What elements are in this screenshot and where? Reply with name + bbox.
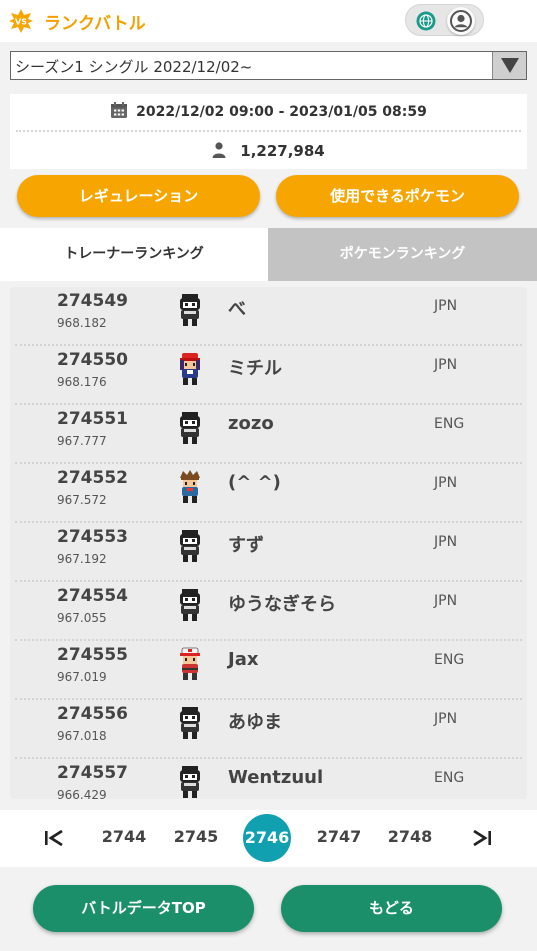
ranking-row[interactable]: 274552 967.572 (^ ^) JPN [10, 464, 527, 523]
ranking-list[interactable]: 274549 968.182 べ JPN 274550 968.176 ミチル … [10, 287, 527, 799]
back-button[interactable]: もどる [281, 885, 502, 932]
page-title: ランクバトル [44, 14, 146, 34]
globe-icon[interactable] [416, 11, 436, 31]
current-page[interactable]: 2746 [243, 814, 291, 862]
rank-number: 274553 [57, 527, 128, 547]
page-link[interactable]: 2748 [387, 827, 433, 846]
rating-value: 968.176 [57, 375, 107, 389]
rank-number: 274554 [57, 586, 128, 606]
usable-pokemon-button[interactable]: 使用できるポケモン [276, 175, 519, 217]
ranking-row[interactable]: 274556 967.018 あゆま JPN [10, 700, 527, 759]
player-name: べ [228, 299, 246, 320]
country-code: JPN [434, 534, 458, 550]
tab-pokemon-ranking[interactable]: ポケモンランキング [268, 228, 537, 281]
player-name: ミチル [228, 358, 282, 379]
season-select[interactable]: シーズン1 シングル 2022/12/02~ [10, 51, 527, 80]
player-name: (^ ^) [228, 472, 281, 493]
rating-value: 967.055 [57, 611, 107, 625]
season-select-value: シーズン1 シングル 2022/12/02~ [15, 58, 253, 76]
header-toggle[interactable] [405, 4, 484, 36]
country-code: JPN [434, 711, 458, 727]
rank-number: 274557 [57, 763, 128, 783]
trainer-avatar-icon [180, 294, 200, 326]
trainer-avatar-icon [180, 412, 200, 444]
player-name: ゆうなぎそら [228, 594, 336, 615]
first-page-icon[interactable] [42, 826, 66, 850]
ranking-row[interactable]: 274551 967.777 zozo ENG [10, 405, 527, 464]
rank-number: 274549 [57, 291, 128, 311]
trainer-avatar-icon [180, 589, 200, 621]
person-icon [212, 142, 226, 158]
player-name: zozo [228, 413, 274, 434]
app-header: VS ランクバトル [0, 0, 537, 42]
season-info-box: 2022/12/02 09:00 - 2023/01/05 08:59 1,22… [10, 94, 527, 169]
trainer-avatar-icon [180, 766, 200, 798]
trainer-avatar-icon [180, 530, 200, 562]
page-link[interactable]: 2747 [316, 827, 362, 846]
player-name: すず [228, 535, 264, 556]
country-code: JPN [434, 593, 458, 609]
country-code: JPN [434, 298, 458, 314]
rating-value: 968.182 [57, 316, 107, 330]
country-code: ENG [434, 770, 465, 786]
page-link[interactable]: 2744 [101, 827, 147, 846]
calendar-icon [111, 102, 128, 118]
player-name: あゆま [228, 712, 282, 733]
player-count-text: 1,227,984 [240, 142, 325, 160]
pagination: 2744 2745 2746 2747 2748 [0, 810, 537, 867]
player-name: Jax [228, 649, 259, 670]
ranking-row[interactable]: 274549 968.182 べ JPN [10, 287, 527, 346]
svg-text:VS: VS [15, 18, 27, 27]
ranking-row[interactable]: 274555 967.019 Jax ENG [10, 641, 527, 700]
ranking-row[interactable]: 274554 967.055 ゆうなぎそら JPN [10, 582, 527, 641]
account-icon[interactable] [447, 7, 475, 35]
season-period: 2022/12/02 09:00 - 2023/01/05 08:59 [10, 101, 527, 120]
info-divider [16, 130, 521, 132]
rating-value: 967.019 [57, 670, 107, 684]
rating-value: 967.572 [57, 493, 107, 507]
rating-value: 967.018 [57, 729, 107, 743]
ranking-row[interactable]: 274550 968.176 ミチル JPN [10, 346, 527, 405]
rating-value: 967.777 [57, 434, 107, 448]
tab-trainer-ranking[interactable]: トレーナーランキング [0, 228, 268, 281]
vs-badge-icon: VS [9, 9, 33, 33]
battle-data-top-button[interactable]: バトルデータTOP [33, 885, 254, 932]
country-code: ENG [434, 416, 465, 432]
country-code: JPN [434, 357, 458, 373]
rating-value: 966.429 [57, 788, 107, 799]
rank-number: 274550 [57, 350, 128, 370]
regulation-button[interactable]: レギュレーション [17, 175, 260, 217]
rank-number: 274551 [57, 409, 128, 429]
season-period-text: 2022/12/02 09:00 - 2023/01/05 08:59 [136, 104, 427, 120]
trainer-avatar-icon [179, 647, 201, 681]
rank-number: 274556 [57, 704, 128, 724]
page-link[interactable]: 2745 [173, 827, 219, 846]
player-name: Wentzuul [228, 767, 324, 788]
dropdown-arrow-icon[interactable] [492, 52, 526, 79]
country-code: JPN [434, 475, 458, 491]
ranking-row[interactable]: 274553 967.192 すず JPN [10, 523, 527, 582]
trainer-avatar-icon [180, 707, 200, 739]
trainer-avatar-icon [180, 353, 200, 385]
player-count: 1,227,984 [10, 142, 527, 160]
rank-number: 274552 [57, 468, 128, 488]
country-code: ENG [434, 652, 465, 668]
ranking-row[interactable]: 274557 966.429 Wentzuul ENG [10, 759, 527, 799]
trainer-avatar-icon [180, 470, 200, 503]
rating-value: 967.192 [57, 552, 107, 566]
rank-number: 274555 [57, 645, 128, 665]
last-page-icon[interactable] [470, 826, 494, 850]
